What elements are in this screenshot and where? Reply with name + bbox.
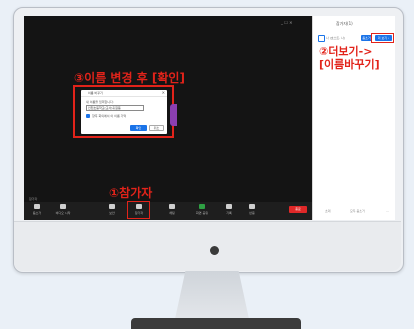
annotation-rename-confirm: ③이름 변경 후 [확인] <box>74 71 185 85</box>
toolbar-record[interactable]: 기록 <box>220 204 238 215</box>
toolbar-start-video[interactable]: 비디오 시작 <box>54 204 72 215</box>
dialog-title: 이름 바꾸기 <box>88 91 103 95</box>
mute-all-button[interactable]: 모두 음소거 <box>350 209 365 213</box>
toolbar-mute[interactable]: 음소거 <box>28 204 46 215</box>
toolbar-chat[interactable]: 채팅 <box>163 204 181 215</box>
annotation-more-rename: ②더보기-> [이름바꾸기] <box>319 45 380 71</box>
participant-count-label: 참가자 <box>29 197 38 201</box>
panel-username: 나 (호스트, 나) <box>326 36 346 40</box>
rename-dialog: 이름 바꾸기 ✕ 새 이름을 입력합니다: 인천초등학교(교사)홍길동 향후 회… <box>81 90 167 134</box>
shield-icon <box>109 204 115 209</box>
avatar-icon <box>318 35 325 42</box>
toolbar-reactions[interactable]: 반응 <box>243 204 261 215</box>
toolbar-security[interactable]: 보안 <box>103 204 121 215</box>
remember-name-label: 향후 회의에서 이 이름 기억 <box>92 114 127 118</box>
close-icon[interactable]: ✕ <box>162 90 165 95</box>
panel-more-menu[interactable]: ... <box>386 209 389 213</box>
video-camera-icon <box>60 204 66 209</box>
annotation-participants: ①참가자 <box>109 186 153 200</box>
monitor-base <box>131 318 301 329</box>
chat-icon <box>169 204 175 209</box>
video-tile-fragment <box>170 104 177 126</box>
microphone-icon <box>34 204 40 209</box>
end-meeting-button[interactable]: 종료 <box>289 206 307 213</box>
invite-button[interactable]: 초대 <box>325 209 331 213</box>
panel-title: 참가자(1) <box>336 21 353 26</box>
toolbar-share-screen[interactable]: 화면 공유 <box>193 204 211 215</box>
name-input[interactable]: 인천초등학교(교사)홍길동 <box>86 105 144 111</box>
more-highlight-box <box>371 33 394 43</box>
ok-button[interactable]: 확인 <box>130 125 147 131</box>
monitor-bezel <box>14 221 401 271</box>
share-screen-icon <box>199 204 205 209</box>
cancel-button[interactable]: 취소 <box>149 125 164 131</box>
dialog-title-bar: 이름 바꾸기 ✕ <box>81 90 167 97</box>
window-controls[interactable]: _ ☐ ✕ <box>281 20 292 25</box>
remember-name-checkbox[interactable] <box>86 114 90 118</box>
record-icon <box>226 204 232 209</box>
reactions-icon <box>249 204 255 209</box>
annotation-more-line1: ②더보기-> <box>319 45 373 58</box>
power-indicator <box>210 246 219 255</box>
monitor-stand <box>175 271 249 319</box>
annotation-more-line2: [이름바꾸기] <box>319 58 380 71</box>
dialog-prompt: 새 이름을 입력합니다: <box>86 100 114 104</box>
participants-highlight-box <box>127 201 150 219</box>
